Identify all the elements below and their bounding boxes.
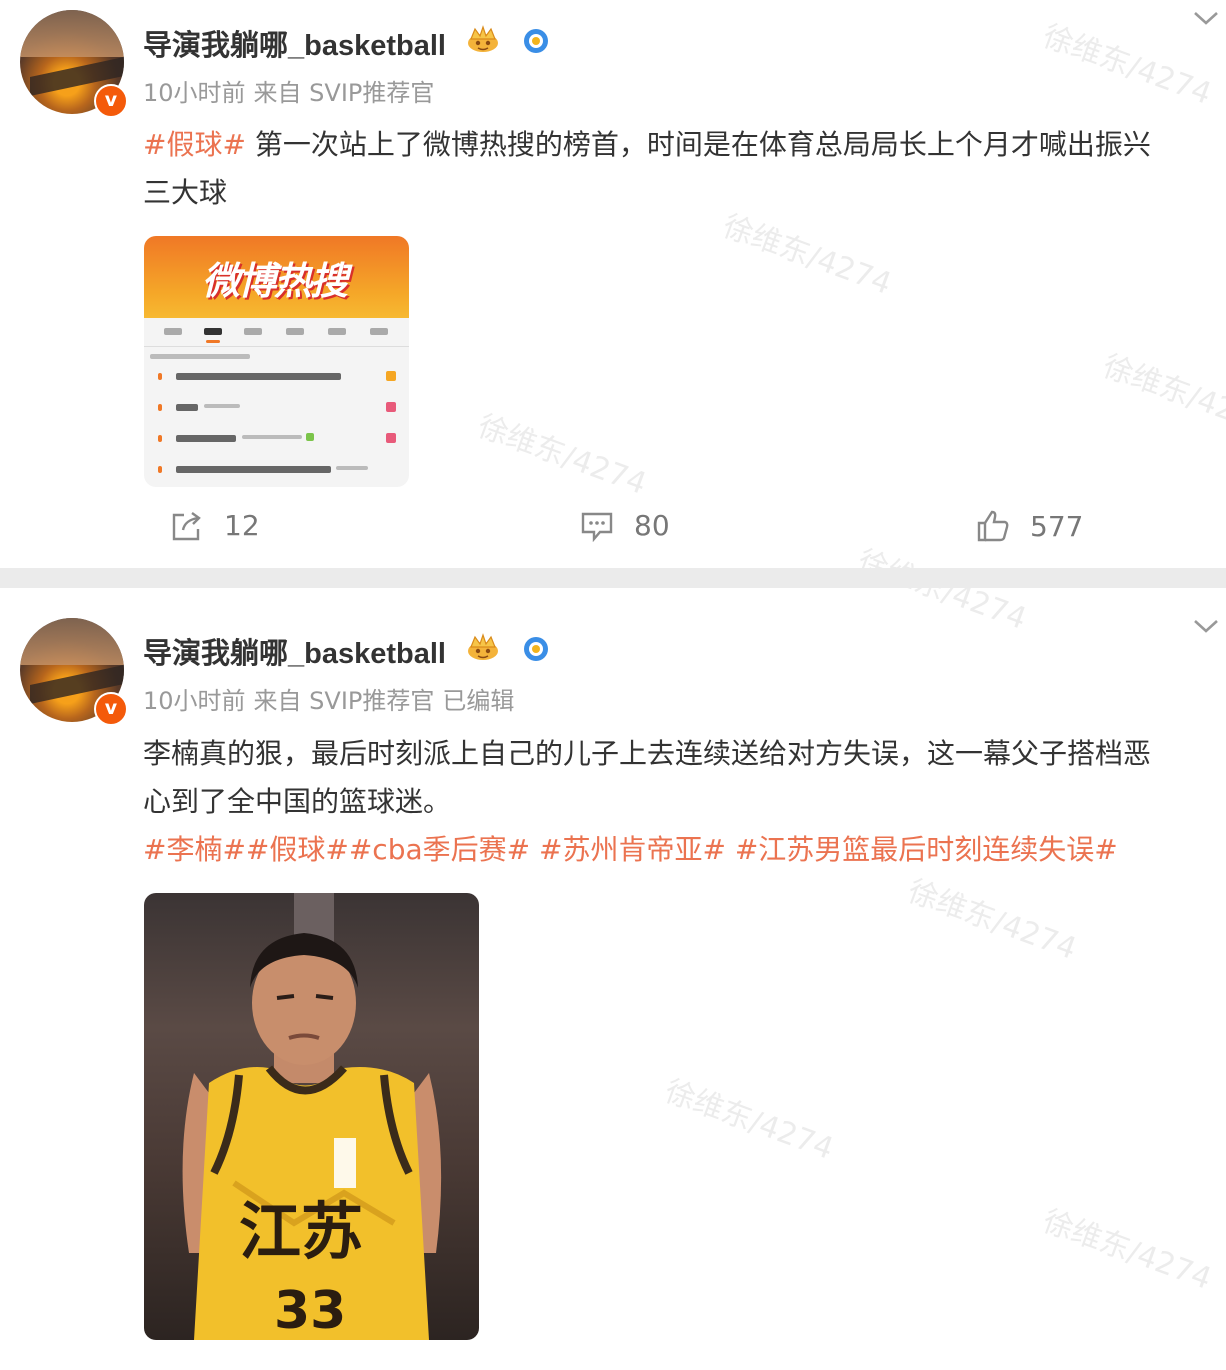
hot-search-tabs <box>144 318 409 347</box>
repost-button[interactable]: 12 <box>170 509 260 542</box>
post-time: 10小时前 <box>143 687 246 715</box>
post-image[interactable]: 微博热搜 <box>144 236 409 487</box>
post-body-line2: 三大球 <box>143 176 228 209</box>
username[interactable]: 导演我躺哪_basketball <box>143 630 446 672</box>
post-body: 第一次站上了微博热搜的榜首，时间是在体育总局局长上个月才喊出振兴 <box>254 128 1151 161</box>
player-photo: 江苏 33 <box>182 893 442 1340</box>
crown-icon <box>468 25 498 52</box>
post-meta: 10小时前 来自 SVIP推荐官 <box>143 73 442 108</box>
like-button[interactable]: 577 <box>976 509 1083 543</box>
chevron-down-icon[interactable] <box>1192 616 1220 636</box>
hot-search-title: 微博热搜 <box>202 259 348 303</box>
post-body-line2: 心到了全中国的篮球迷。 <box>143 785 452 818</box>
verified-badge-icon: v <box>94 84 128 118</box>
hot-search-row <box>144 454 409 485</box>
blue-verified-icon <box>524 637 548 661</box>
comment-button[interactable]: 80 <box>580 509 670 542</box>
hot-search-row <box>144 392 409 423</box>
post-body: 李楠真的狠，最后时刻派上自己的儿子上去连续送给对方失误，这一幕父子搭档恶 <box>143 737 1152 770</box>
weibo-post: v 导演我躺哪_basketball 10小时前 来自 SVIP推荐官 已编辑 李楠… <box>0 588 1226 1370</box>
verified-badge-icon: v <box>94 692 128 726</box>
jersey-text: 江苏 <box>239 1195 363 1268</box>
hot-search-row <box>144 423 409 454</box>
edited-label[interactable]: 已编辑 <box>442 687 514 715</box>
post-source[interactable]: 来自 SVIP推荐官 <box>254 79 435 107</box>
hot-search-row <box>144 361 409 392</box>
post-meta: 10小时前 来自 SVIP推荐官 已编辑 <box>143 681 522 716</box>
post-divider <box>0 568 1226 588</box>
post-time: 10小时前 <box>143 79 246 107</box>
hashtag-links[interactable]: #李楠##假球##cba季后赛# #苏州肯帝亚# #江苏男篮最后时刻连续失误# <box>143 826 1223 874</box>
post-text: #假球# 第一次站上了微博热搜的榜首，时间是在体育总局局长上个月才喊出振兴 三大… <box>143 121 1218 217</box>
blue-verified-icon <box>524 29 548 53</box>
like-icon <box>977 510 1009 542</box>
hot-search-list <box>144 318 409 487</box>
like-count: 577 <box>1030 509 1084 543</box>
comment-icon <box>581 512 613 542</box>
action-bar: 12 80 577 <box>0 505 1226 551</box>
jersey-number: 33 <box>274 1281 346 1340</box>
post-text: 李楠真的狠，最后时刻派上自己的儿子上去连续送给对方失误，这一幕父子搭档恶 心到了… <box>143 730 1223 874</box>
username[interactable]: 导演我躺哪_basketball <box>143 22 446 64</box>
weibo-post: v 导演我躺哪_basketball 10小时前 来自 SVIP推荐官 #假球# … <box>0 0 1226 568</box>
hot-search-header: 微博热搜 <box>144 236 409 318</box>
post-image[interactable]: 江苏 33 <box>144 893 479 1340</box>
comment-count: 80 <box>634 509 670 542</box>
hashtag-link[interactable]: #假球# <box>143 128 246 161</box>
chevron-down-icon[interactable] <box>1192 8 1220 28</box>
repost-count: 12 <box>224 509 260 542</box>
crown-icon <box>468 633 498 660</box>
repost-icon <box>172 511 201 540</box>
post-source[interactable]: 来自 SVIP推荐官 <box>254 687 435 715</box>
